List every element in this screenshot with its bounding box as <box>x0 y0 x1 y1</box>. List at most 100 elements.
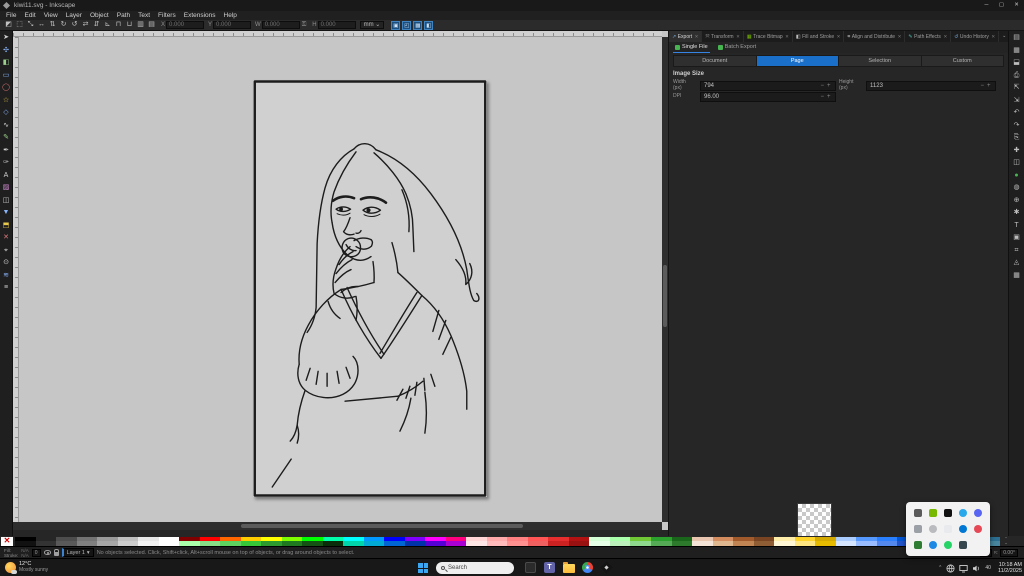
layer-select[interactable]: Layer 1▾ <box>62 548 94 557</box>
palette-swatch[interactable] <box>282 541 303 546</box>
tray-popup-icon-6[interactable] <box>929 525 937 533</box>
command-icon-12[interactable]: ◍ <box>1011 183 1023 192</box>
height-value[interactable]: 1123 <box>870 83 979 89</box>
tool-icon-15[interactable]: ⬒ <box>1 221 12 231</box>
close-icon[interactable]: ✕ <box>943 34 947 40</box>
minimize-button[interactable]: ─ <box>979 0 994 11</box>
rotation-field[interactable]: 0.00° <box>1000 549 1018 557</box>
w-field[interactable]: 0.000 <box>262 21 300 29</box>
palette-swatch[interactable] <box>672 541 693 546</box>
taskbar-app-dark[interactable] <box>524 561 537 574</box>
toolbar-icon-5[interactable]: ↻ <box>58 20 69 30</box>
horizontal-scrollbar-thumb[interactable] <box>241 524 523 528</box>
tray-popup-icon-3[interactable] <box>959 509 967 517</box>
tray-popup-icon-1[interactable] <box>929 509 937 517</box>
palette-swatch[interactable] <box>836 541 857 546</box>
command-icon-11[interactable]: ● <box>1011 171 1023 180</box>
close-button[interactable]: ✕ <box>1009 0 1024 11</box>
lock-ratio-icon[interactable]: ⚿ <box>302 22 307 29</box>
tool-icon-17[interactable]: ⌖ <box>1 246 12 256</box>
mode-tab-batch-export[interactable]: Batch Export <box>716 42 759 53</box>
tray-popup-icon-0[interactable] <box>914 509 922 517</box>
tray-popup-icon-12[interactable] <box>944 541 952 549</box>
h-field[interactable]: 0.000 <box>318 21 356 29</box>
dock-tab-undo-history[interactable]: ↺Undo History✕ <box>951 31 999 42</box>
width-increment-button[interactable]: + <box>825 83 832 89</box>
palette-swatch[interactable] <box>446 541 467 546</box>
command-icon-7[interactable]: ↷ <box>1011 121 1023 130</box>
toolbar-icon-4[interactable]: ⇅ <box>47 20 58 30</box>
height-increment-button[interactable]: + <box>985 83 992 89</box>
width-value[interactable]: 794 <box>704 83 819 89</box>
taskbar-app-chrome[interactable] <box>581 561 594 574</box>
palette-swatch[interactable] <box>36 541 57 546</box>
palette-swatch[interactable] <box>364 541 385 546</box>
tool-icon-13[interactable]: ◫ <box>1 196 12 206</box>
canvas-page[interactable] <box>253 80 487 497</box>
x-field[interactable]: 0.000 <box>166 21 204 29</box>
palette-swatch[interactable] <box>241 541 262 546</box>
dock-tab-path-effects[interactable]: ✎Path Effects✕ <box>905 31 951 42</box>
tool-icon-11[interactable]: A <box>1 171 12 181</box>
tray-chevron-icon[interactable]: ⌃ <box>938 565 942 571</box>
palette-swatch[interactable] <box>405 541 426 546</box>
height-field[interactable]: 1123 − + <box>866 81 996 91</box>
palette-swatch[interactable] <box>323 541 344 546</box>
palette-swatch[interactable] <box>774 541 795 546</box>
dpi-value[interactable]: 96.00 <box>704 94 819 100</box>
menu-object[interactable]: Object <box>86 11 113 20</box>
tool-icon-10[interactable]: ✑ <box>1 158 12 168</box>
taskbar-app-folder[interactable] <box>562 561 575 574</box>
y-field[interactable]: 0.000 <box>213 21 251 29</box>
palette-swatch[interactable] <box>425 541 446 546</box>
menu-layer[interactable]: Layer <box>62 11 86 20</box>
palette-swatch[interactable] <box>138 541 159 546</box>
width-field[interactable]: 794 − + <box>700 81 836 91</box>
command-icon-15[interactable]: T <box>1011 221 1023 230</box>
toolbar-icon-13[interactable]: ▤ <box>146 20 157 30</box>
tool-icon-4[interactable]: ◯ <box>1 83 12 93</box>
command-icon-16[interactable]: ▣ <box>1011 233 1023 242</box>
command-icon-13[interactable]: ⊕ <box>1011 196 1023 205</box>
palette-scroll-arrows[interactable]: ⌃⌄ <box>1002 537 1010 545</box>
menu-view[interactable]: View <box>40 11 62 20</box>
palette-swatch[interactable] <box>754 541 775 546</box>
area-tab-document[interactable]: Document <box>674 56 757 66</box>
tray-popup-icon-10[interactable] <box>914 541 922 549</box>
taskbar-app-teams[interactable]: T <box>543 561 556 574</box>
area-tab-custom[interactable]: Custom <box>922 56 1004 66</box>
toolbar-toggle-1[interactable]: ◰ <box>402 21 411 30</box>
tool-icon-0[interactable]: ➤ <box>1 33 12 43</box>
toolbar-icon-9[interactable]: ⊾ <box>102 20 113 30</box>
palette-swatch[interactable] <box>651 541 672 546</box>
command-icon-17[interactable]: ⌗ <box>1011 246 1023 255</box>
palette-swatch[interactable] <box>56 541 77 546</box>
menu-file[interactable]: File <box>2 11 20 20</box>
palette-swatch[interactable] <box>815 541 836 546</box>
tool-icon-16[interactable]: ✕ <box>1 233 12 243</box>
command-icon-14[interactable]: ✱ <box>1011 208 1023 217</box>
command-icon-2[interactable]: ⬓ <box>1011 58 1023 67</box>
layer-visibility-icon[interactable] <box>44 550 51 555</box>
palette-swatch[interactable] <box>159 541 180 546</box>
close-icon[interactable]: ✕ <box>991 34 995 40</box>
tray-popup-icon-8[interactable] <box>959 525 967 533</box>
palette-swatch[interactable] <box>528 541 549 546</box>
menu-text[interactable]: Text <box>134 11 154 20</box>
toolbar-toggle-2[interactable]: ▩ <box>413 21 422 30</box>
palette-swatch[interactable] <box>384 541 405 546</box>
tool-icon-18[interactable]: ⊙ <box>1 258 12 268</box>
palette-swatch[interactable] <box>77 541 98 546</box>
tool-icon-5[interactable]: ☆ <box>1 96 12 106</box>
palette-swatch[interactable] <box>261 541 282 546</box>
tool-icon-19[interactable]: ≋ <box>1 271 12 281</box>
command-icon-6[interactable]: ↶ <box>1011 108 1023 117</box>
tray-popup-icon-13[interactable] <box>959 541 967 549</box>
opacity-field[interactable]: 0 <box>32 549 41 557</box>
dpi-field[interactable]: 96.00 − + <box>700 92 836 102</box>
dock-tab-fill-and-stroke[interactable]: ◧Fill and Stroke✕ <box>793 31 844 42</box>
palette-swatch[interactable] <box>610 541 631 546</box>
command-icon-1[interactable]: ▦ <box>1011 46 1023 55</box>
tool-icon-9[interactable]: ✒ <box>1 146 12 156</box>
palette-swatch[interactable] <box>200 541 221 546</box>
